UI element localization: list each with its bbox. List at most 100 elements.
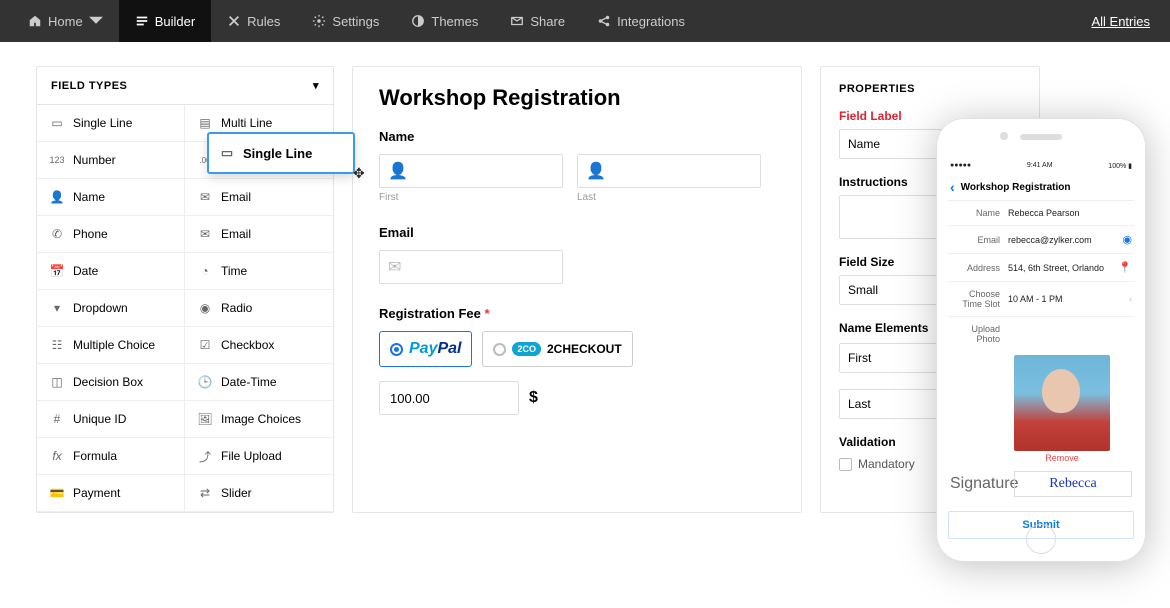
formula-icon: fx	[49, 448, 65, 464]
field-phone[interactable]: ✆Phone	[37, 216, 185, 253]
field-checkbox[interactable]: ☑Checkbox	[185, 327, 333, 364]
last-name-input[interactable]: 👤	[577, 154, 761, 188]
field-decision-box[interactable]: ◫Decision Box	[37, 364, 185, 401]
nav-rules-label: Rules	[247, 14, 280, 29]
uploaded-photo[interactable]	[1014, 355, 1110, 451]
nav-home[interactable]: Home	[12, 0, 119, 42]
field-name[interactable]: 👤Name	[37, 179, 185, 216]
field-dropdown[interactable]: ▾Dropdown	[37, 290, 185, 327]
price-input[interactable]: 100.00	[379, 381, 519, 415]
phone-photo-row: Upload Photo	[948, 317, 1134, 351]
2checkout-label: 2CHECKOUT	[547, 342, 622, 356]
phone-name-row[interactable]: NameRebecca Pearson	[948, 201, 1134, 226]
field-image-choices[interactable]: 🖼Image Choices	[185, 401, 333, 438]
field-types-header[interactable]: FIELD TYPES ▾	[37, 67, 333, 105]
field-single-line[interactable]: ▭Single Line	[37, 105, 185, 142]
nav-builder-label: Builder	[155, 14, 195, 29]
payment-icon: 💳	[49, 485, 65, 501]
field-email-1[interactable]: ✉Email	[185, 179, 333, 216]
phone-camera-icon	[1000, 132, 1008, 140]
phone-submit-button[interactable]: Submit	[948, 511, 1134, 539]
signal-icon: ●●●●●	[950, 162, 971, 170]
email-label: Email	[379, 225, 775, 240]
field-slider[interactable]: ⇄Slider	[185, 475, 333, 512]
back-icon[interactable]: ‹	[950, 180, 955, 194]
image-icon: 🖼	[197, 411, 213, 427]
field-number[interactable]: 123Number	[37, 142, 185, 179]
email-icon: ✉	[197, 189, 213, 205]
nav-themes[interactable]: Themes	[395, 0, 494, 42]
nav-share[interactable]: Share	[494, 0, 581, 42]
field-date-time[interactable]: 🕒Date-Time	[185, 364, 333, 401]
all-entries-link[interactable]: All Entries	[1091, 14, 1150, 29]
phone-address-row[interactable]: Address514, 6th Street, Orlando📍	[948, 254, 1134, 282]
phone-slot-row[interactable]: Choose Time Slot10 AM - 1 PM›	[948, 282, 1134, 317]
field-types-title: FIELD TYPES	[51, 80, 127, 92]
topbar: Home Builder Rules Settings Themes Share…	[0, 0, 1170, 42]
pay-paypal[interactable]: PayPal	[379, 331, 472, 367]
dropdown-icon: ▾	[49, 300, 65, 316]
checkbox-icon: ☑	[197, 337, 213, 353]
multichoice-icon: ☷	[49, 337, 65, 353]
nav-settings[interactable]: Settings	[296, 0, 395, 42]
field-name-block[interactable]: Name 👤 First 👤 Last	[379, 129, 775, 203]
nav-themes-label: Themes	[431, 14, 478, 29]
clock-icon: ◔	[197, 263, 213, 279]
form-preview: Workshop Registration Name 👤 First 👤 Las…	[352, 66, 802, 513]
battery-label: 100% ▮	[1108, 162, 1132, 170]
field-regfee-block[interactable]: Registration Fee * PayPal 2CO 2CHECKOUT …	[379, 306, 775, 415]
upload-icon: ⤴	[197, 448, 213, 464]
uniqueid-icon: #	[49, 411, 65, 427]
share-icon	[510, 14, 524, 28]
field-types-panel: FIELD TYPES ▾ ▭Single Line ▤Multi Line 1…	[36, 66, 334, 513]
pay-2checkout[interactable]: 2CO 2CHECKOUT	[482, 331, 632, 367]
chevron-right-icon: ›	[1129, 294, 1132, 304]
field-unique-id[interactable]: #Unique ID	[37, 401, 185, 438]
decision-icon: ◫	[49, 374, 65, 390]
properties-title: PROPERTIES	[839, 83, 1021, 95]
checkbox-icon	[839, 458, 852, 471]
paypal-logo: PayPal	[409, 340, 461, 358]
settings-icon	[312, 14, 326, 28]
radio-checked-icon	[390, 343, 403, 356]
email-input[interactable]: ✉	[379, 250, 563, 284]
drag-chip-label: Single Line	[243, 146, 312, 161]
single-line-icon: ▭	[219, 145, 235, 161]
location-icon[interactable]: 📍	[1118, 261, 1132, 274]
drag-chip-single-line[interactable]: ▭ Single Line	[207, 132, 355, 174]
chevron-down-icon	[89, 14, 103, 28]
datetime-icon: 🕒	[197, 374, 213, 390]
field-email-block[interactable]: Email ✉	[379, 225, 775, 284]
nav-share-label: Share	[530, 14, 565, 29]
calendar-icon: 📅	[49, 263, 65, 279]
2co-badge: 2CO	[512, 342, 541, 356]
field-file-upload[interactable]: ⤴File Upload	[185, 438, 333, 475]
first-name-input[interactable]: 👤	[379, 154, 563, 188]
nav-rules[interactable]: Rules	[211, 0, 296, 42]
signature-input[interactable]: Rebecca	[1014, 471, 1132, 497]
rules-icon	[227, 14, 241, 28]
nav-builder[interactable]: Builder	[119, 0, 211, 42]
field-formula[interactable]: fxFormula	[37, 438, 185, 475]
contact-icon[interactable]: ◉	[1122, 233, 1132, 246]
phone-email-row[interactable]: Emailrebecca@zylker.com◉	[948, 226, 1134, 254]
builder-icon	[135, 14, 149, 28]
nav-integrations[interactable]: Integrations	[581, 0, 701, 42]
radio-icon	[493, 343, 506, 356]
person-icon: 👤	[388, 161, 408, 181]
nav-integrations-label: Integrations	[617, 14, 685, 29]
field-multiple-choice[interactable]: ☷Multiple Choice	[37, 327, 185, 364]
field-email-2[interactable]: ✉Email	[185, 216, 333, 253]
integrations-icon	[597, 14, 611, 28]
status-time: 9:41 AM	[1027, 162, 1053, 170]
field-payment[interactable]: 💳Payment	[37, 475, 185, 512]
person-icon: 👤	[49, 189, 65, 205]
phone-title: Workshop Registration	[961, 182, 1071, 193]
field-date[interactable]: 📅Date	[37, 253, 185, 290]
multi-line-icon: ▤	[197, 115, 213, 131]
nav-home-label: Home	[48, 14, 83, 29]
remove-photo-link[interactable]: Remove	[1014, 453, 1110, 463]
email-icon: ✉	[197, 226, 213, 242]
field-time[interactable]: ◔Time	[185, 253, 333, 290]
field-radio[interactable]: ◉Radio	[185, 290, 333, 327]
